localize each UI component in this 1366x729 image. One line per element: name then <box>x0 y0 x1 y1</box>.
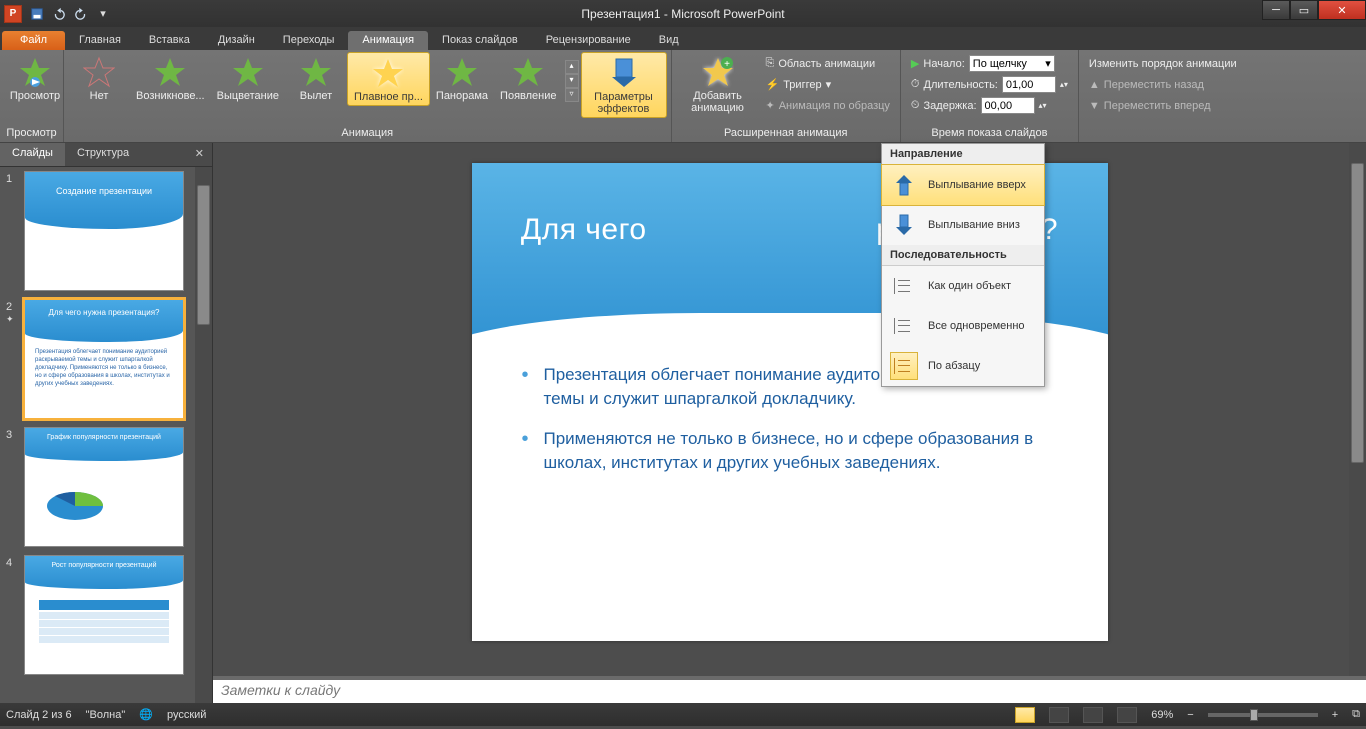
reorder-title: Изменить порядок анимации <box>1089 54 1237 73</box>
qat-redo-icon[interactable] <box>70 3 92 25</box>
qat-undo-icon[interactable] <box>48 3 70 25</box>
effect-fade[interactable]: Выцветание <box>211 52 285 104</box>
slide-thumb-4[interactable]: Рост популярности презентаций <box>24 555 184 675</box>
add-animation-button[interactable]: + Добавить анимацию <box>676 52 760 116</box>
painter-icon: ✦ <box>766 99 775 112</box>
notes-pane[interactable]: Заметки к слайду <box>213 676 1366 703</box>
reading-view-button[interactable] <box>1083 707 1103 723</box>
float-down-option[interactable]: Выплывание вниз <box>882 205 1044 245</box>
ribbon: Просмотр Просмотр Нет Возникнове... Выцв… <box>0 50 1366 143</box>
language-label: русский <box>167 709 206 721</box>
tab-animation[interactable]: Анимация <box>348 31 428 50</box>
delay-label: Задержка: <box>924 100 977 112</box>
group-preview-label: Просмотр <box>4 125 59 142</box>
language-icon[interactable]: 🌐 <box>139 708 153 721</box>
slideshow-view-button[interactable] <box>1117 707 1137 723</box>
effect-appear[interactable]: Возникнове... <box>130 52 211 104</box>
effect-flyin[interactable]: Вылет <box>285 52 347 104</box>
as-one-object-option[interactable]: Как один объект <box>882 266 1044 306</box>
animation-painter-button: ✦Анимация по образцу <box>766 96 890 115</box>
start-label: Начало: <box>923 58 964 70</box>
duration-spinner[interactable]: 01,00 <box>1002 76 1056 93</box>
slides-panel: Слайды Структура ✕ 1 Создание презентаци… <box>0 143 213 703</box>
thumbs-scrollbar[interactable] <box>195 167 212 703</box>
tab-insert[interactable]: Вставка <box>135 31 204 50</box>
sorter-view-button[interactable] <box>1049 707 1069 723</box>
effect-options-menu: Направление Выплывание вверх Выплывание … <box>881 143 1045 387</box>
svg-text:+: + <box>724 59 730 70</box>
title-bar: P ▾ Презентация1 - Microsoft PowerPoint … <box>0 0 1366 27</box>
tab-view[interactable]: Вид <box>645 31 693 50</box>
slide-thumb-2[interactable]: Для чего нужна презентация?Презентация о… <box>24 299 184 419</box>
slide-counter: Слайд 2 из 6 <box>6 709 72 721</box>
trigger-icon: ⚡ <box>766 78 780 91</box>
window-title: Презентация1 - Microsoft PowerPoint <box>581 7 784 21</box>
gallery-down-icon[interactable]: ▾ <box>565 74 579 88</box>
bullet-2: Применяются не только в бизнесе, но и сф… <box>522 427 1068 475</box>
zoom-level: 69% <box>1151 709 1173 721</box>
close-button[interactable]: ✕ <box>1318 0 1366 20</box>
ribbon-tabs: Файл Главная Вставка Дизайн Переходы Ани… <box>0 27 1366 50</box>
sequence-header: Последовательность <box>882 245 1044 266</box>
play-icon: ▶ <box>911 57 919 70</box>
animation-pane-button[interactable]: ⎘Область анимации <box>766 54 890 73</box>
fit-to-window-button[interactable]: ⧉ <box>1352 708 1360 721</box>
status-bar: Слайд 2 из 6 "Волна" 🌐 русский 69% − + ⧉ <box>0 703 1366 726</box>
pane-tab-outline[interactable]: Структура <box>65 143 141 166</box>
slide-thumb-1[interactable]: Создание презентации <box>24 171 184 291</box>
tab-review[interactable]: Рецензирование <box>532 31 645 50</box>
tab-home[interactable]: Главная <box>65 31 135 50</box>
preview-button[interactable]: Просмотр <box>4 52 66 104</box>
float-up-option[interactable]: Выплывание вверх <box>881 164 1045 206</box>
tab-slideshow[interactable]: Показ слайдов <box>428 31 532 50</box>
animation-badge-icon: ✦ <box>6 314 14 324</box>
slide-thumb-3[interactable]: График популярности презентаций <box>24 427 184 547</box>
qat-dropdown-icon[interactable]: ▾ <box>92 3 114 25</box>
gallery-up-icon[interactable]: ▴ <box>565 60 579 74</box>
group-timing-label: Время показа слайдов <box>905 125 1074 142</box>
content-area: Слайды Структура ✕ 1 Создание презентаци… <box>0 143 1366 703</box>
minimize-button[interactable]: ─ <box>1262 0 1290 20</box>
duration-label: Длительность: <box>924 79 998 91</box>
stage-scrollbar[interactable] <box>1349 143 1366 676</box>
theme-name: "Волна" <box>86 709 126 721</box>
tab-design[interactable]: Дизайн <box>204 31 269 50</box>
animation-gallery[interactable]: Нет Возникнове... Выцветание Вылет Плавн… <box>68 52 667 125</box>
pane-icon: ⎘ <box>766 57 775 70</box>
delay-spinner[interactable]: 00,00 <box>981 97 1035 114</box>
zoom-slider[interactable] <box>1208 713 1318 717</box>
effect-wipe[interactable]: Появление <box>494 52 562 104</box>
app-icon: P <box>4 5 22 23</box>
group-animation-label: Анимация <box>68 125 667 142</box>
tab-file[interactable]: Файл <box>2 31 65 50</box>
all-at-once-option[interactable]: Все одновременно <box>882 306 1044 346</box>
duration-icon: ⏱ <box>911 78 920 91</box>
group-advanced-label: Расширенная анимация <box>676 125 896 142</box>
direction-header: Направление <box>882 144 1044 165</box>
pane-tab-slides[interactable]: Слайды <box>0 143 65 166</box>
move-later-button: ▼ Переместить вперед <box>1089 96 1237 115</box>
gallery-more-icon[interactable]: ▿ <box>565 88 579 102</box>
trigger-button[interactable]: ⚡Триггер ▾ <box>766 75 890 94</box>
normal-view-button[interactable] <box>1015 707 1035 723</box>
effect-none[interactable]: Нет <box>68 52 130 104</box>
effect-options-button[interactable]: Параметры эффектов <box>581 52 667 118</box>
zoom-in-button[interactable]: + <box>1332 709 1338 721</box>
pane-close-icon[interactable]: ✕ <box>187 143 212 166</box>
tab-transitions[interactable]: Переходы <box>269 31 349 50</box>
by-paragraph-option[interactable]: По абзацу <box>882 346 1044 386</box>
delay-icon: ⏲ <box>911 99 920 112</box>
effect-floatin[interactable]: Плавное пр... <box>347 52 430 106</box>
start-dropdown[interactable]: По щелчку▾ <box>969 55 1055 72</box>
effect-split[interactable]: Панорама <box>430 52 494 104</box>
slide-stage: Для чего резентация? Презентация облегча… <box>213 143 1366 676</box>
maximize-button[interactable]: ▭ <box>1290 0 1318 20</box>
move-earlier-button: ▲ Переместить назад <box>1089 75 1237 94</box>
zoom-out-button[interactable]: − <box>1187 709 1193 721</box>
qat-save-icon[interactable] <box>26 3 48 25</box>
